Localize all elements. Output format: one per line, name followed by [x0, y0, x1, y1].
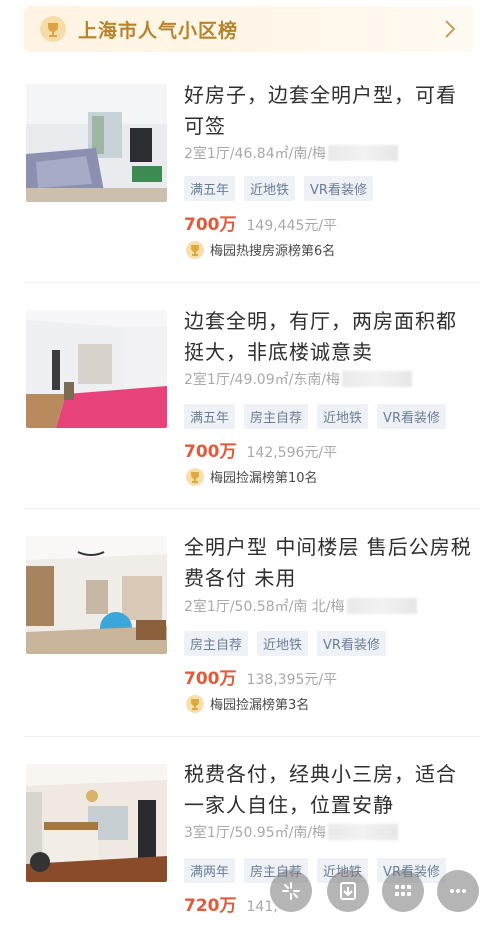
rank-badge-text: 梅园捡漏榜第3名 — [210, 698, 310, 713]
rank-badge[interactable]: 梅园热搜房源榜第6名 — [186, 240, 335, 259]
tag: 房主自荐 — [184, 631, 249, 656]
unit-price: 138,395元/平 — [246, 672, 338, 688]
listing-price: 700万 142,596元/平 — [184, 437, 337, 462]
sparkle-icon — [282, 882, 300, 900]
unit-price: 142,596元/平 — [246, 445, 338, 461]
listing-photo — [26, 764, 167, 882]
rank-badge[interactable]: 梅园捡漏榜第10名 — [186, 467, 318, 486]
listing-meta: 2室1厅/50.58㎡/南 北/梅 — [184, 596, 417, 616]
grid-icon — [395, 885, 411, 896]
listing-title: 边套全明，有厅，两房面积都挺大，非底楼诚意卖 — [184, 309, 457, 364]
rank-badge[interactable]: 梅园捡漏榜第3名 — [186, 694, 309, 713]
total-price: 700万 — [184, 669, 237, 689]
ranking-banner-title: 上海市人气小区榜 — [78, 20, 239, 42]
listing-meta: 3室1厅/50.95㎡/南/梅 — [184, 822, 399, 842]
listing-price: 700万 149,445元/平 — [184, 210, 337, 235]
listing-meta: 2室1厅/46.84㎡/南/梅 — [184, 143, 399, 163]
listing-tags: 满五年 房主自荐 近地铁 VR看装修 — [184, 404, 446, 429]
sparkle-button[interactable] — [270, 870, 312, 912]
rank-badge-text: 梅园捡漏榜第10名 — [210, 471, 318, 486]
total-price: 700万 — [184, 215, 237, 235]
download-icon — [340, 882, 356, 900]
more-icon — [450, 889, 466, 893]
trophy-icon — [186, 467, 204, 486]
listing-title: 税费各付，经典小三房，适合一家人自住，位置安静 — [184, 762, 457, 817]
tag: 满两年 — [184, 858, 236, 883]
listing-price: 700万 138,395元/平 — [184, 664, 337, 689]
tag: 房主自荐 — [244, 404, 309, 429]
unit-price: 149,445元/平 — [246, 218, 338, 234]
tag: VR看装修 — [317, 631, 386, 656]
listing-price: 720万 141, — [184, 891, 278, 916]
trophy-icon — [40, 16, 66, 42]
listing-title: 全明户型 中间楼层 售后公房税费各付 未用 — [184, 535, 472, 590]
blurred-text — [328, 824, 399, 840]
rank-badge-text: 梅园热搜房源榜第6名 — [210, 244, 336, 259]
blurred-text — [342, 371, 413, 387]
tag: 近地铁 — [317, 404, 369, 429]
listing-title: 好房子，边套全明户型，可看可签 — [184, 83, 457, 138]
listing-photo — [26, 310, 167, 428]
tag: VR看装修 — [304, 176, 373, 201]
divider — [24, 736, 480, 737]
more-button[interactable] — [437, 870, 479, 912]
grid-button[interactable] — [382, 870, 424, 912]
listing-photo — [26, 84, 167, 202]
chevron-right-icon — [445, 20, 456, 38]
tag: 满五年 — [184, 404, 236, 429]
trophy-icon — [186, 694, 204, 713]
total-price: 700万 — [184, 442, 237, 462]
total-price: 720万 — [184, 896, 237, 916]
divider — [24, 282, 480, 283]
tag: 近地铁 — [244, 176, 296, 201]
tag: 近地铁 — [257, 631, 309, 656]
tag: 满五年 — [184, 176, 236, 201]
listing-tags: 房主自荐 近地铁 VR看装修 — [184, 631, 386, 656]
download-button[interactable] — [327, 870, 369, 912]
blurred-text — [328, 145, 399, 161]
listing-photo — [26, 536, 167, 654]
tag: VR看装修 — [377, 404, 446, 429]
listing-meta: 2室1厅/49.09㎡/东南/梅 — [184, 369, 413, 389]
listing-page: 上海市人气小区榜 好房子，边套全明户型，可看可签 2室1厅/46.84㎡/南/梅 — [0, 0, 502, 931]
blurred-text — [346, 598, 417, 614]
listing-tags: 满五年 近地铁 VR看装修 — [184, 176, 373, 201]
divider — [24, 508, 480, 509]
ranking-banner[interactable]: 上海市人气小区榜 — [24, 6, 474, 52]
trophy-icon — [186, 240, 204, 259]
